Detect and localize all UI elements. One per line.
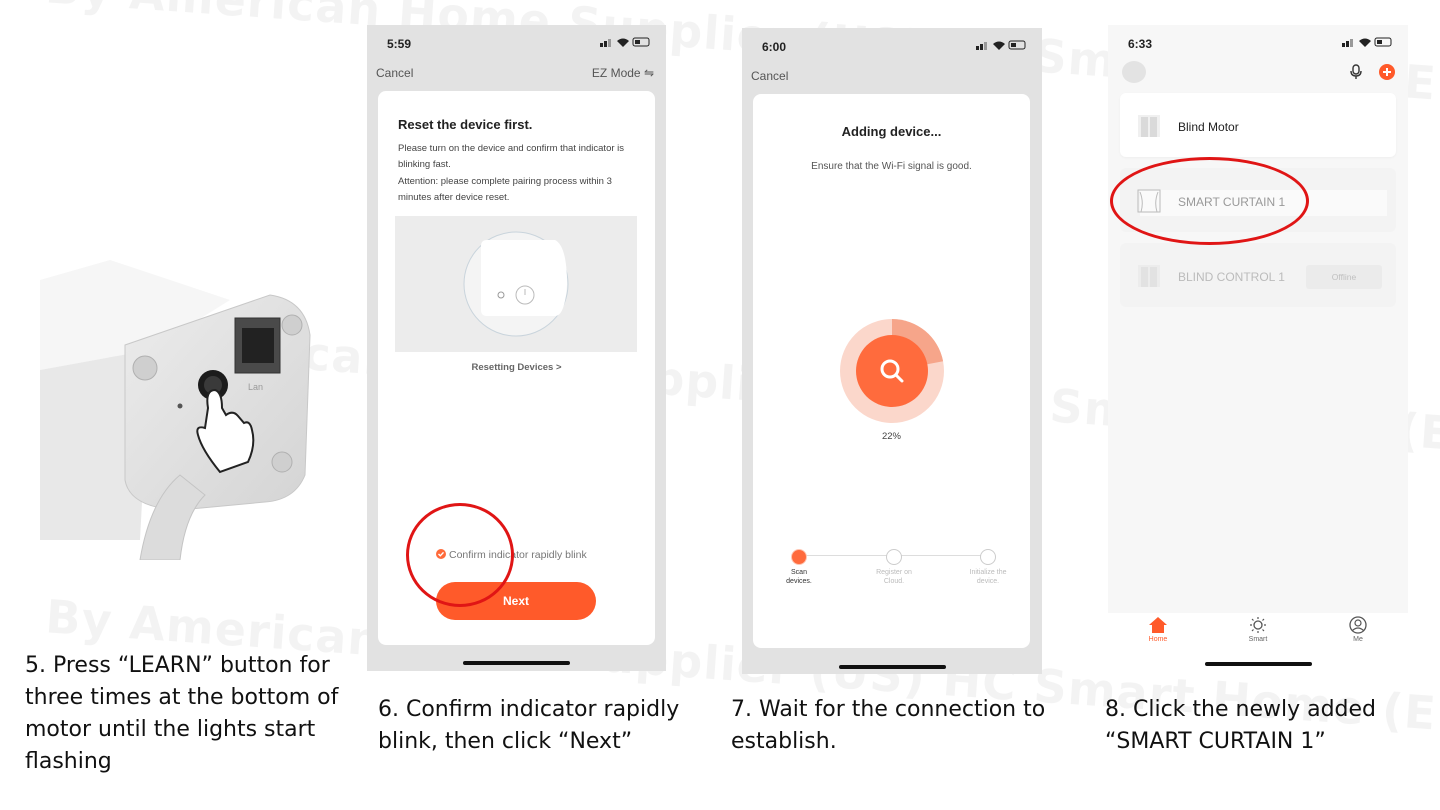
microphone-icon[interactable] xyxy=(1349,64,1363,80)
status-bar: 6:33 xyxy=(1108,25,1408,55)
phone-step-8: 6:33 Blind Motor SMART CURTAIN 1 BLIND C… xyxy=(1108,25,1408,613)
status-time: 6:33 xyxy=(1128,37,1153,51)
home-indicator xyxy=(839,665,946,669)
step-register: Register on Cloud. xyxy=(872,549,916,586)
caption-step-7: 7. Wait for the connection to establish. xyxy=(731,697,1046,754)
progress-steps: Scan devices. Register on Cloud. Initial… xyxy=(786,549,1006,599)
motor-photo: Lan xyxy=(30,240,340,561)
ez-mode-switch[interactable]: EZ Mode ⇋ xyxy=(592,66,654,80)
status-time: 5:59 xyxy=(387,37,412,51)
profile-icon xyxy=(1349,616,1367,634)
phone-step-7: 6:00 Cancel Adding device... Ensure that… xyxy=(742,28,1042,674)
home-indicator xyxy=(463,661,570,665)
tab-label: Me xyxy=(1353,636,1363,643)
scan-step-icon xyxy=(791,549,807,565)
blind-icon xyxy=(1138,115,1160,137)
device-card-blind-control-1[interactable]: BLIND CONTROL 1 Offline xyxy=(1120,243,1396,307)
cancel-link[interactable]: Cancel xyxy=(376,66,413,80)
port-label: Lan xyxy=(248,382,263,392)
highlight-circle-device xyxy=(1110,157,1309,245)
blind-icon xyxy=(1138,265,1160,287)
adding-device-card: Adding device... Ensure that the Wi-Fi s… xyxy=(753,94,1030,648)
device-name: Blind Motor xyxy=(1178,120,1239,134)
home-indicator xyxy=(1205,662,1312,666)
status-bar: 5:59 xyxy=(367,25,666,55)
signal-battery-icon xyxy=(1342,37,1392,47)
add-device-button[interactable] xyxy=(1379,64,1395,80)
step-initialize: Initialize the device. xyxy=(965,549,1011,586)
offline-badge: Offline xyxy=(1306,265,1382,289)
tab-label: Home xyxy=(1148,636,1168,643)
step-scan: Scan devices. xyxy=(779,549,819,586)
tab-label: Smart xyxy=(1248,636,1268,643)
tab-home[interactable]: Home xyxy=(1138,616,1178,643)
signal-battery-icon xyxy=(976,40,1026,50)
cancel-link[interactable]: Cancel xyxy=(751,69,788,83)
adding-subtitle: Ensure that the Wi-Fi signal is good. xyxy=(811,161,972,172)
initialize-step-icon xyxy=(980,549,996,565)
sun-icon xyxy=(1250,617,1266,633)
scan-progress-ring xyxy=(840,319,944,423)
plus-icon xyxy=(1383,68,1391,76)
caption-step-6: 6. Confirm indicator rapidly blink, then… xyxy=(378,697,680,754)
device-illustration xyxy=(395,216,637,352)
step-label: Initialize the device. xyxy=(969,569,1007,585)
tab-bar: Home Smart Me xyxy=(1108,613,1408,678)
device-card-blind-motor[interactable]: Blind Motor xyxy=(1120,93,1396,157)
card-title: Reset the device first. xyxy=(398,117,533,132)
caption-step-5: 5. Press “LEARN” button for three times … xyxy=(25,653,339,774)
avatar[interactable] xyxy=(1122,61,1146,83)
cloud-step-icon xyxy=(886,549,902,565)
status-time: 6:00 xyxy=(762,40,787,54)
signal-battery-icon xyxy=(600,37,650,47)
device-name: BLIND CONTROL 1 xyxy=(1178,270,1285,284)
step-label: Scan devices. xyxy=(786,569,812,585)
tab-me[interactable]: Me xyxy=(1338,616,1378,643)
adding-title: Adding device... xyxy=(841,124,942,139)
instructions-1: Please turn on the device and confirm th… xyxy=(398,143,625,170)
highlight-circle-confirm xyxy=(406,503,514,607)
resetting-devices-link[interactable]: Resetting Devices > xyxy=(378,362,655,373)
step-label: Register on Cloud. xyxy=(876,569,912,585)
status-bar: 6:00 xyxy=(742,28,1042,58)
progress-percent: 22% xyxy=(881,431,901,442)
instructions-2: Attention: please complete pairing proce… xyxy=(398,176,612,203)
caption-step-8: 8. Click the newly added “SMART CURTAIN … xyxy=(1105,697,1377,754)
tab-smart[interactable]: Smart xyxy=(1238,616,1278,643)
home-icon xyxy=(1149,617,1167,633)
